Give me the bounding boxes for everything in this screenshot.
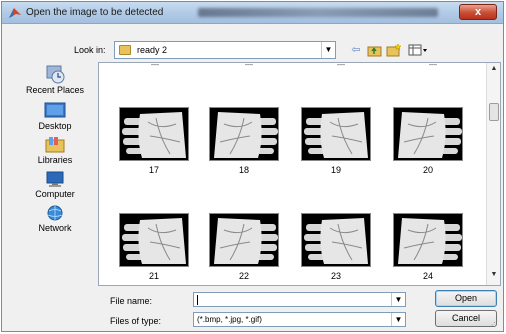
close-button[interactable]: x: [459, 4, 497, 20]
file-name-label: File name:: [110, 296, 153, 306]
open-button[interactable]: Open: [435, 290, 497, 307]
file-label: 22: [238, 271, 249, 281]
chevron-down-icon[interactable]: ▼: [391, 293, 405, 306]
recent-places-icon: [46, 65, 65, 84]
palm-image-icon: [122, 218, 186, 264]
title-bar[interactable]: Open the image to be detected x: [2, 2, 503, 24]
file-label: 19: [330, 165, 341, 175]
file-label: 21: [148, 271, 159, 281]
place-label: Network: [38, 223, 72, 233]
vertical-scrollbar[interactable]: ▲ ▼: [486, 63, 500, 285]
place-desktop[interactable]: Desktop: [16, 102, 94, 131]
file-thumbnail[interactable]: [301, 213, 371, 267]
matlab-logo-icon: [9, 8, 21, 18]
look-in-value: ready 2: [137, 45, 168, 55]
chevron-down-icon[interactable]: ▼: [391, 313, 405, 326]
palm-image-icon: [304, 218, 368, 264]
computer-icon: [46, 171, 64, 187]
scroll-down-arrow-icon[interactable]: ▼: [487, 271, 500, 283]
file-type-label: Files of type:: [110, 316, 162, 326]
place-label: Recent Places: [25, 85, 85, 95]
file-label: 20: [422, 165, 433, 175]
new-folder-icon[interactable]: [386, 43, 402, 57]
text-caret: [197, 295, 198, 305]
folder-icon: [119, 45, 131, 55]
file-label: 23: [330, 271, 341, 281]
file-thumbnail[interactable]: [209, 213, 279, 267]
file-thumbnail[interactable]: [393, 107, 463, 161]
palm-image-icon: [214, 218, 278, 264]
blurred-background-title: [198, 8, 438, 17]
network-icon: [47, 205, 63, 221]
libraries-icon: [45, 137, 65, 153]
file-list-pane[interactable]: — — — — 17 18 19 20 21 22 23 24 ▲ ▼: [98, 62, 501, 286]
file-name-input[interactable]: ▼: [193, 292, 406, 307]
file-thumbnail[interactable]: [301, 107, 371, 161]
scroll-up-arrow-icon[interactable]: ▲: [487, 65, 500, 77]
place-recent-places[interactable]: Recent Places: [16, 64, 94, 95]
place-computer[interactable]: Computer: [16, 170, 94, 199]
scrollbar-thumb[interactable]: [489, 103, 499, 121]
file-label: 24: [422, 271, 433, 281]
look-in-dropdown[interactable]: ready 2 ▼: [114, 41, 336, 59]
place-label: Desktop: [38, 121, 72, 131]
file-thumbnail[interactable]: [209, 107, 279, 161]
look-in-label: Look in:: [74, 45, 106, 55]
resize-grip-icon[interactable]: ⋰: [491, 319, 500, 328]
palm-image-icon: [214, 112, 278, 158]
file-thumbnail[interactable]: [393, 213, 463, 267]
file-thumbnail[interactable]: [119, 213, 189, 267]
place-libraries[interactable]: Libraries: [16, 136, 94, 165]
desktop-icon: [44, 102, 66, 118]
palm-image-icon: [122, 112, 186, 158]
view-menu-icon[interactable]: [408, 43, 430, 57]
file-type-value: (*.bmp, *.jpg, *.gif): [197, 315, 262, 324]
palm-image-icon: [398, 112, 462, 158]
place-network[interactable]: Network: [16, 204, 94, 233]
up-folder-icon[interactable]: [367, 43, 383, 57]
open-file-dialog: Open the image to be detected x Look in:…: [1, 1, 504, 332]
place-label: Libraries: [37, 155, 73, 165]
file-label: 18: [238, 165, 249, 175]
places-bar: Recent Places Desktop Libraries Computer…: [16, 60, 94, 290]
palm-image-icon: [304, 112, 368, 158]
file-thumbnail[interactable]: [119, 107, 189, 161]
palm-image-icon: [398, 218, 462, 264]
back-arrow-icon[interactable]: ⇦: [348, 43, 364, 57]
file-label: 17: [148, 165, 159, 175]
file-type-dropdown[interactable]: (*.bmp, *.jpg, *.gif) ▼: [193, 312, 406, 327]
cancel-button[interactable]: Cancel: [435, 310, 497, 327]
chevron-down-icon[interactable]: ▼: [321, 42, 335, 58]
window-title: Open the image to be detected: [26, 7, 164, 18]
place-label: Computer: [35, 189, 75, 199]
